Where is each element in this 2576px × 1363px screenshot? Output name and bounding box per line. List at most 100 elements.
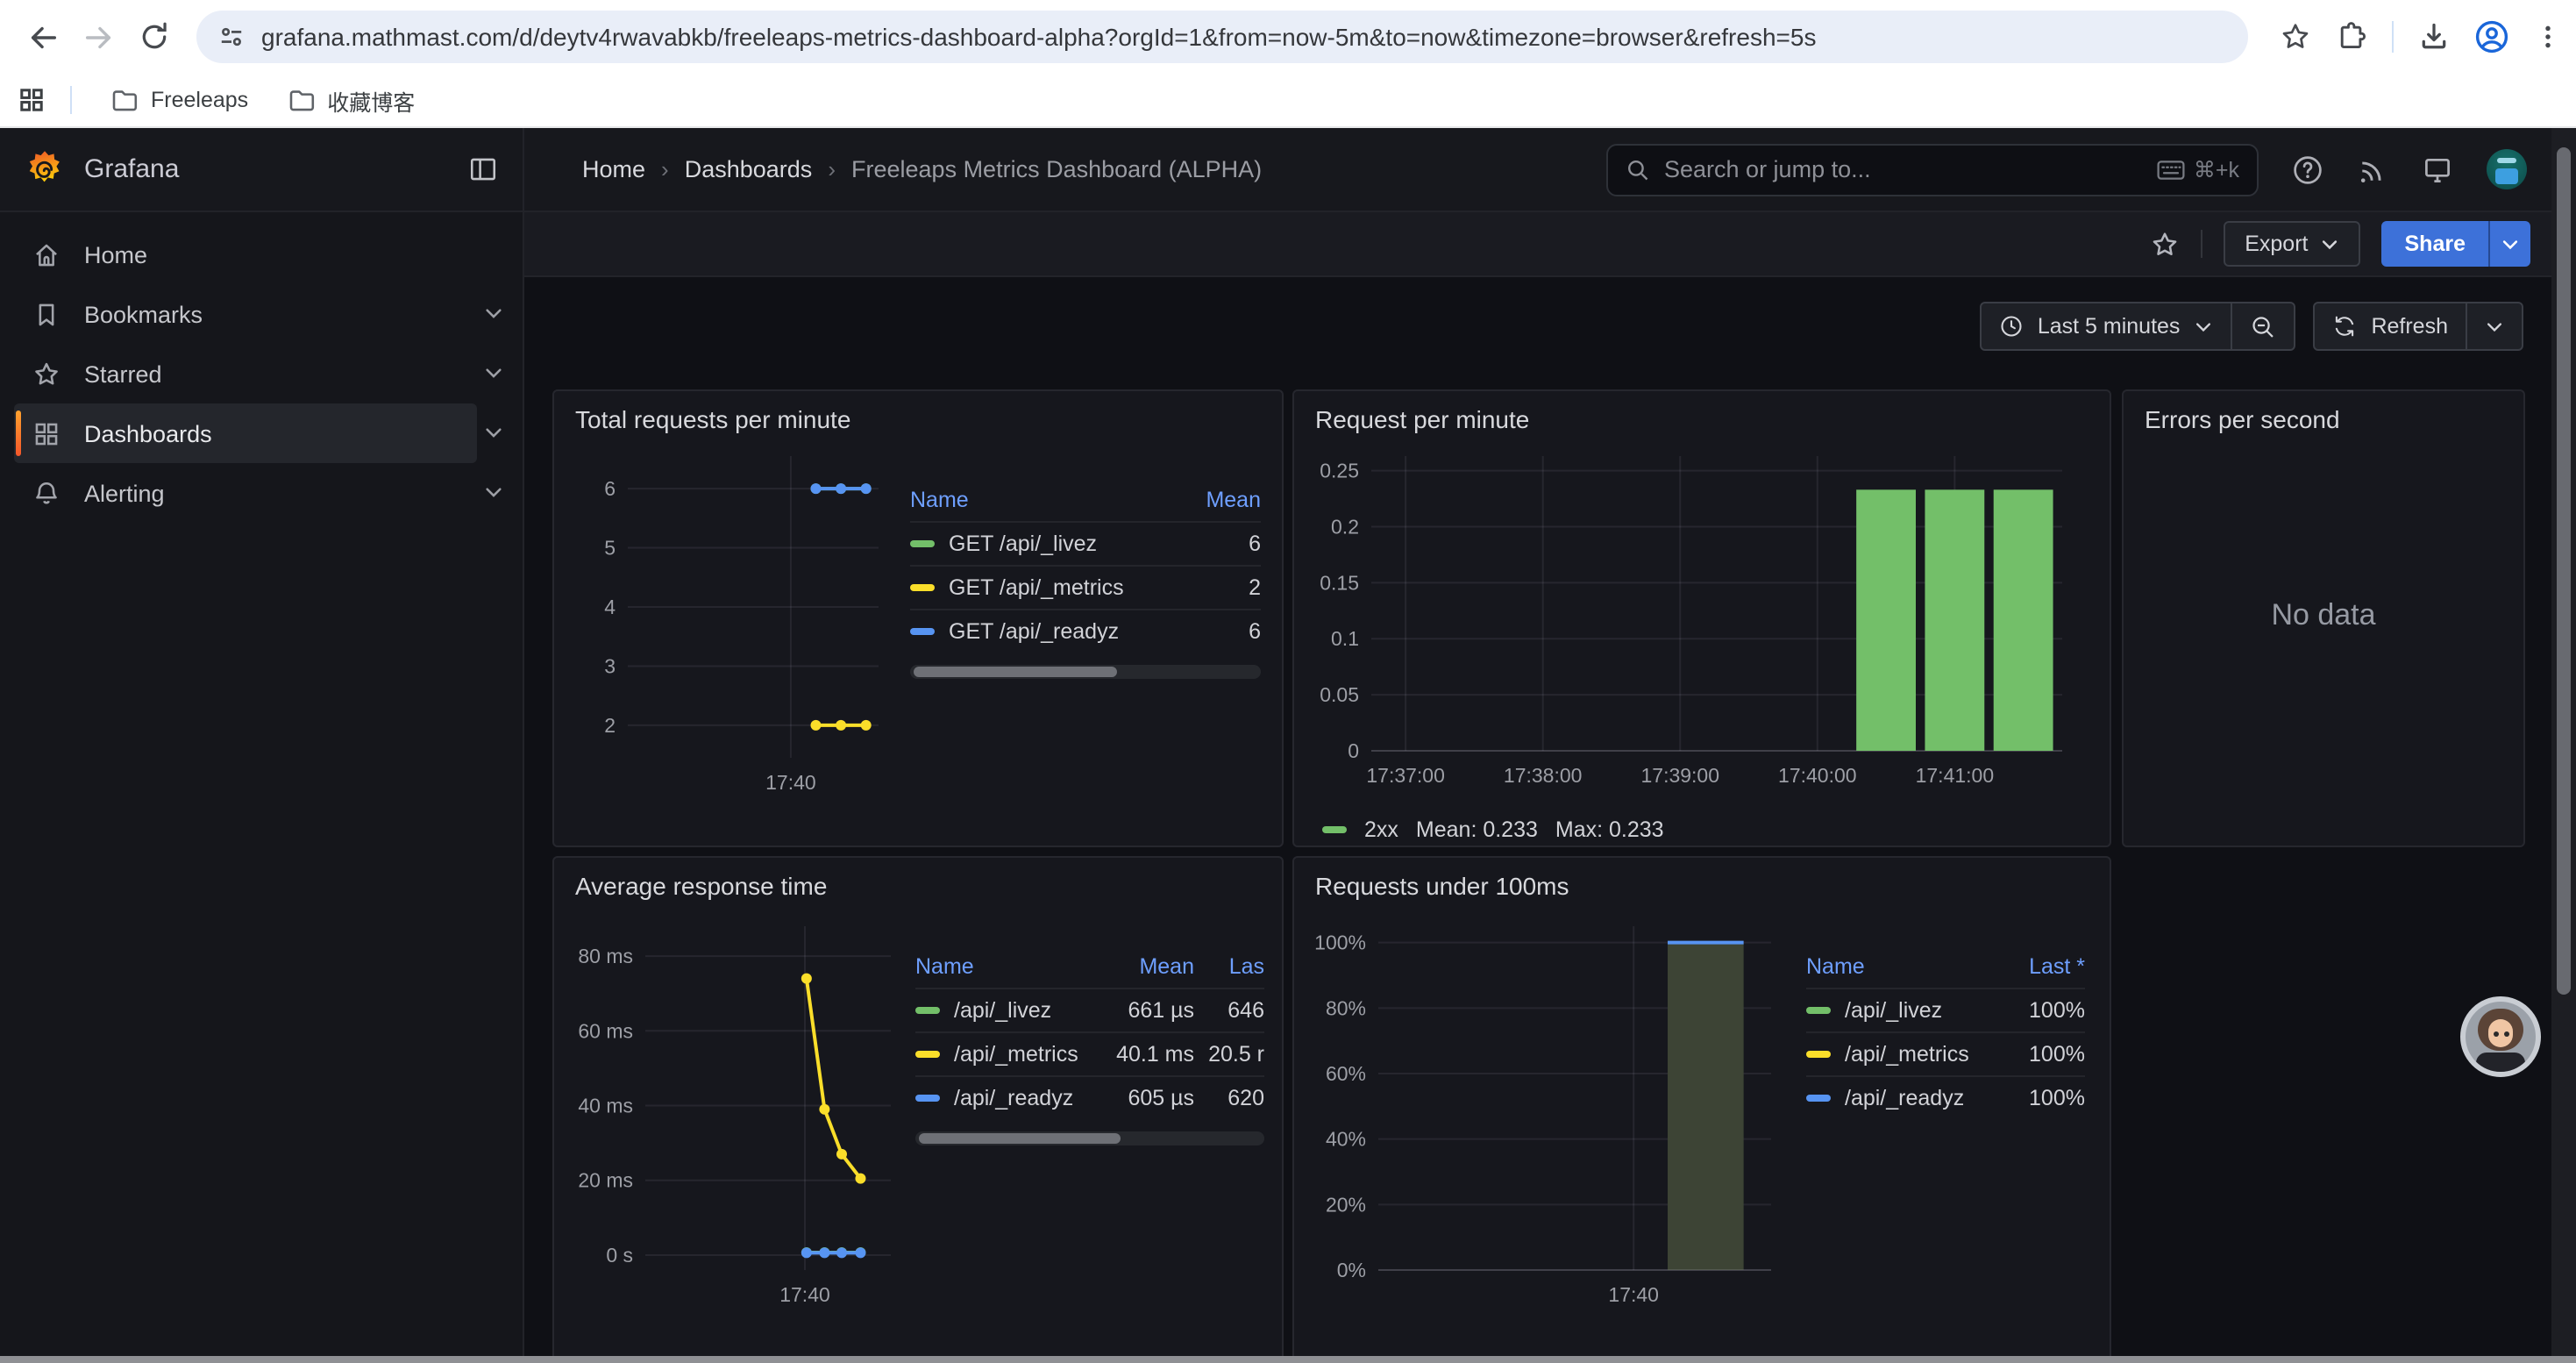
page-scrollbar[interactable] bbox=[2551, 128, 2576, 1361]
news-rss-icon[interactable] bbox=[2357, 153, 2388, 185]
url-text[interactable]: grafana.mathmast.com/d/deytv4rwavabkb/fr… bbox=[261, 23, 1816, 51]
series-mean: Mean: 0.233 bbox=[1416, 817, 1538, 842]
svg-text:17:40: 17:40 bbox=[765, 771, 816, 794]
legend-series-name[interactable]: GET /api/_readyz bbox=[910, 619, 1184, 644]
panel-title[interactable]: Errors per second bbox=[2141, 403, 2506, 439]
svg-text:20%: 20% bbox=[1326, 1193, 1366, 1216]
folder-icon bbox=[110, 88, 139, 112]
site-settings-icon[interactable] bbox=[217, 23, 246, 51]
sidebar-item-bookmarks[interactable]: Bookmarks bbox=[0, 284, 523, 344]
svg-text:0 s: 0 s bbox=[606, 1244, 633, 1267]
grafana-header-left: Grafana bbox=[0, 128, 524, 211]
legend-series-name[interactable]: /api/_metrics bbox=[1806, 1042, 1994, 1067]
screen: grafana.mathmast.com/d/deytv4rwavabkb/fr… bbox=[0, 0, 2576, 1363]
sidebar-item-label: Dashboards bbox=[84, 420, 212, 446]
downloads-icon[interactable] bbox=[2418, 21, 2450, 53]
legend-table: NameLast */api/_livez100%/api/_metrics10… bbox=[1806, 944, 2085, 1323]
sidebar-toggle-icon[interactable] bbox=[468, 154, 498, 184]
scrollbar-thumb[interactable] bbox=[919, 1133, 1121, 1144]
share-button[interactable]: Share bbox=[2382, 221, 2489, 267]
breadcrumb-home[interactable]: Home bbox=[582, 156, 645, 182]
legend-column-mean[interactable]: Mean bbox=[1092, 953, 1194, 978]
panel-title[interactable]: Request per minute bbox=[1312, 403, 2092, 439]
svg-text:6: 6 bbox=[604, 477, 616, 500]
share-menu-chevron[interactable] bbox=[2488, 221, 2530, 267]
chevron-down-icon[interactable] bbox=[482, 302, 505, 325]
user-avatar[interactable] bbox=[2487, 149, 2527, 189]
series-swatch bbox=[1806, 1095, 1831, 1102]
legend-row: GET /api/_livez6 bbox=[910, 521, 1261, 565]
svg-text:17:40: 17:40 bbox=[779, 1283, 830, 1306]
legend-row: /api/_readyz100% bbox=[1806, 1075, 2085, 1119]
legend-column-las[interactable]: Las bbox=[1194, 953, 1264, 978]
series-swatch bbox=[915, 1051, 940, 1058]
refresh-interval-chevron[interactable] bbox=[2466, 303, 2522, 349]
reload-icon[interactable] bbox=[130, 12, 179, 61]
panel-title[interactable]: Total requests per minute bbox=[572, 403, 1264, 439]
sidebar-item-label: Alerting bbox=[84, 480, 165, 506]
url-bar[interactable]: grafana.mathmast.com/d/deytv4rwavabkb/fr… bbox=[196, 11, 2248, 63]
bookmark-star-icon[interactable] bbox=[2280, 21, 2311, 53]
legend-series-name[interactable]: /api/_livez bbox=[915, 998, 1092, 1023]
profile-icon[interactable] bbox=[2474, 19, 2509, 54]
sidebar-item-dashboards[interactable]: Dashboards bbox=[0, 403, 523, 463]
legend-header: NameMean bbox=[910, 477, 1261, 521]
legend-series-name[interactable]: /api/_readyz bbox=[1806, 1086, 1994, 1110]
zoom-out-button[interactable] bbox=[2231, 303, 2294, 349]
bookmark-folder[interactable]: 收藏博客 bbox=[273, 78, 429, 122]
chevron-down-icon[interactable] bbox=[482, 421, 505, 444]
legend-horizontal-scrollbar[interactable] bbox=[910, 665, 1261, 679]
legend-column-last-[interactable]: Last * bbox=[1994, 953, 2085, 978]
legend-column-name[interactable]: Name bbox=[915, 953, 1092, 978]
chevron-down-icon bbox=[2485, 317, 2504, 336]
time-range-picker[interactable]: Last 5 minutes bbox=[1982, 303, 2231, 349]
browser-menu-icon[interactable] bbox=[2534, 23, 2562, 51]
legend-column-name[interactable]: Name bbox=[910, 487, 1184, 511]
back-icon[interactable] bbox=[18, 12, 67, 61]
legend-column-mean[interactable]: Mean bbox=[1184, 487, 1261, 511]
area-bar-chart[interactable]: 0%20%40%60%80%100%17:40 bbox=[1312, 905, 1789, 1323]
sidebar-item-starred[interactable]: Starred bbox=[0, 344, 523, 403]
sidebar-item-alerting[interactable]: Alerting bbox=[0, 463, 523, 523]
apps-grid-icon[interactable] bbox=[18, 86, 46, 114]
legend-series-name[interactable]: /api/_livez bbox=[1806, 998, 1994, 1023]
favorite-star-icon[interactable] bbox=[2150, 229, 2180, 259]
scrollbar-thumb[interactable] bbox=[2557, 147, 2571, 995]
help-icon[interactable] bbox=[2292, 153, 2323, 185]
refresh-button[interactable]: Refresh bbox=[2315, 303, 2466, 349]
legend-horizontal-scrollbar[interactable] bbox=[915, 1131, 1264, 1145]
legend-table: NameMeanLas/api/_livez661 µs646/api/_met… bbox=[915, 944, 1264, 1323]
extensions-icon[interactable] bbox=[2336, 21, 2367, 53]
sidebar-item-home[interactable]: Home bbox=[0, 225, 523, 284]
grafana-logo[interactable] bbox=[25, 149, 65, 189]
legend-series-name[interactable]: /api/_readyz bbox=[915, 1086, 1092, 1110]
breadcrumb: Home › Dashboards › Freeleaps Metrics Da… bbox=[582, 156, 1262, 182]
panel-title[interactable]: Requests under 100ms bbox=[1312, 870, 2092, 905]
legend-column-name[interactable]: Name bbox=[1806, 953, 1994, 978]
search-input[interactable]: Search or jump to... ⌘+k bbox=[1606, 143, 2259, 196]
legend-series-name[interactable]: GET /api/_metrics bbox=[910, 575, 1184, 600]
bookmark-folder[interactable]: Freeleaps bbox=[96, 78, 262, 122]
chevron-down-icon[interactable] bbox=[482, 481, 505, 503]
breadcrumb-dashboards[interactable]: Dashboards bbox=[685, 156, 813, 182]
forward-icon[interactable] bbox=[74, 12, 123, 61]
legend-series-name[interactable]: GET /api/_livez bbox=[910, 532, 1184, 556]
bookmark-label: Freeleaps bbox=[151, 88, 248, 112]
panel-errors-per-second: Errors per second No data bbox=[2122, 389, 2525, 847]
chevron-down-icon[interactable] bbox=[482, 361, 505, 384]
monitor-icon[interactable] bbox=[2422, 153, 2453, 185]
bar-chart[interactable]: 00.050.10.150.20.2517:37:0017:38:0017:39… bbox=[1312, 439, 2092, 810]
floating-assistant-avatar[interactable] bbox=[2460, 996, 2541, 1077]
timeseries-chart[interactable]: 2345617:40 bbox=[572, 439, 896, 810]
breadcrumb-separator: › bbox=[661, 156, 669, 182]
panel-title[interactable]: Average response time bbox=[572, 870, 1264, 905]
svg-text:0%: 0% bbox=[1337, 1259, 1366, 1281]
timeseries-chart[interactable]: 0 s20 ms40 ms60 ms80 ms17:40 bbox=[572, 905, 905, 1323]
legend-series-name[interactable]: /api/_metrics bbox=[915, 1042, 1092, 1067]
scrollbar-thumb[interactable] bbox=[914, 667, 1117, 677]
export-button[interactable]: Export bbox=[2224, 221, 2360, 267]
legend-row: GET /api/_readyz6 bbox=[910, 609, 1261, 653]
series-name[interactable]: 2xx bbox=[1364, 817, 1398, 842]
legend-value: 40.1 ms bbox=[1092, 1042, 1194, 1067]
star-icon bbox=[32, 359, 61, 389]
